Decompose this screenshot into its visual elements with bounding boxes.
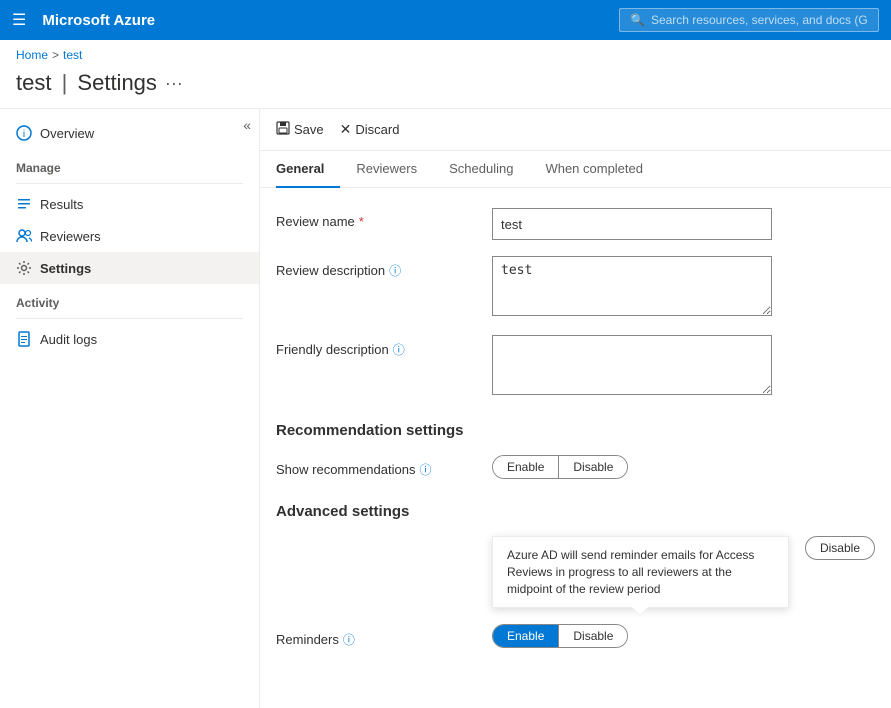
recommendation-settings-header: Recommendation settings	[276, 422, 875, 439]
svg-text:i: i	[23, 129, 25, 140]
reminders-enable-button[interactable]: Enable	[493, 625, 559, 647]
tab-general[interactable]: General	[276, 151, 340, 188]
tooltip-text: Azure AD will send reminder emails for A…	[507, 548, 754, 596]
tab-reviewers-label: Reviewers	[356, 161, 417, 176]
hamburger-menu-icon[interactable]: ☰	[12, 10, 26, 30]
breadcrumb-home[interactable]: Home	[16, 48, 48, 62]
friendly-description-info-icon[interactable]: ⓘ	[393, 341, 405, 358]
sidebar-item-settings[interactable]: Settings	[0, 252, 259, 284]
save-icon	[276, 121, 290, 138]
sidebar-item-audit-logs[interactable]: Audit logs	[0, 323, 259, 355]
tooltip-callout: Azure AD will send reminder emails for A…	[492, 536, 789, 608]
review-description-textarea[interactable]: test	[492, 256, 772, 316]
review-description-field: test	[492, 256, 875, 319]
show-recommendations-label-text: Show recommendations	[276, 462, 415, 477]
sidebar-item-overview[interactable]: i Overview	[0, 117, 259, 149]
sidebar-item-overview-label: Overview	[40, 126, 94, 141]
review-name-label: Review name *	[276, 208, 476, 229]
reminders-toggle: Enable Disable	[492, 624, 628, 648]
discard-icon: ✕	[340, 121, 352, 138]
tooltip-disable-button[interactable]: Disable	[805, 536, 875, 560]
review-name-field	[492, 208, 875, 240]
breadcrumb-separator: >	[52, 48, 59, 62]
review-name-required: *	[359, 214, 364, 229]
friendly-description-label: Friendly description ⓘ	[276, 335, 476, 358]
form-content: Review name * Review description ⓘ test	[260, 188, 891, 684]
save-label: Save	[294, 122, 324, 137]
review-name-row: Review name *	[276, 208, 875, 240]
tab-scheduling-label: Scheduling	[449, 161, 513, 176]
review-description-info-icon[interactable]: ⓘ	[389, 262, 401, 279]
save-button[interactable]: Save	[276, 117, 324, 142]
review-description-label: Review description ⓘ	[276, 256, 476, 279]
reminders-field: Enable Disable	[492, 624, 875, 648]
page-title: test | Settings	[16, 70, 157, 96]
review-name-label-text: Review name	[276, 214, 355, 229]
show-recommendations-row: Show recommendations ⓘ Enable Disable	[276, 455, 875, 479]
reminders-info-icon[interactable]: ⓘ	[343, 631, 355, 648]
tab-when-completed-label: When completed	[545, 161, 643, 176]
friendly-description-label-text: Friendly description	[276, 342, 389, 357]
show-recommendations-label: Show recommendations ⓘ	[276, 455, 476, 478]
tab-bar: General Reviewers Scheduling When comple…	[260, 151, 891, 188]
main-panel: Save ✕ Discard General Reviewers Schedul…	[260, 109, 891, 708]
sidebar-item-settings-label: Settings	[40, 261, 91, 276]
show-recommendations-info-icon[interactable]: ⓘ	[419, 461, 431, 478]
breadcrumb: Home > test	[0, 40, 891, 66]
search-input[interactable]	[651, 13, 868, 27]
sidebar-divider-activity	[16, 318, 243, 319]
page-more-icon[interactable]: ···	[165, 73, 183, 94]
content-area: « i Overview Manage Results Reviewers	[0, 108, 891, 708]
reminders-disable-button[interactable]: Disable	[559, 625, 627, 647]
show-recommendations-field: Enable Disable	[492, 455, 875, 479]
search-bar[interactable]: 🔍	[619, 8, 879, 32]
breadcrumb-current[interactable]: test	[63, 48, 82, 62]
discard-button[interactable]: ✕ Discard	[340, 117, 400, 142]
sidebar-item-results-label: Results	[40, 197, 83, 212]
sidebar: « i Overview Manage Results Reviewers	[0, 109, 260, 708]
show-recommendations-toggle: Enable Disable	[492, 455, 628, 479]
tab-when-completed[interactable]: When completed	[529, 151, 659, 188]
page-title-bar: test | Settings ···	[0, 66, 891, 108]
review-name-input[interactable]	[492, 208, 772, 240]
discard-label: Discard	[355, 122, 399, 137]
friendly-description-textarea[interactable]	[492, 335, 772, 395]
overview-icon: i	[16, 125, 32, 141]
sidebar-item-reviewers[interactable]: Reviewers	[0, 220, 259, 252]
review-description-row: Review description ⓘ test	[276, 256, 875, 319]
sidebar-item-results[interactable]: Results	[0, 188, 259, 220]
section-name: Settings	[77, 70, 157, 95]
reminders-label: Reminders ⓘ	[276, 625, 476, 648]
review-description-label-text: Review description	[276, 263, 385, 278]
tab-general-label: General	[276, 161, 324, 176]
sidebar-item-reviewers-label: Reviewers	[40, 229, 101, 244]
settings-icon	[16, 260, 32, 276]
main-container: Home > test test | Settings ··· « i Over…	[0, 40, 891, 708]
tooltip-area: Azure AD will send reminder emails for A…	[276, 536, 875, 616]
top-nav-bar: ☰ Microsoft Azure 🔍	[0, 0, 891, 40]
search-icon: 🔍	[630, 13, 645, 27]
sidebar-item-audit-logs-label: Audit logs	[40, 332, 97, 347]
resource-name: test	[16, 70, 51, 95]
show-recommendations-disable-button[interactable]: Disable	[559, 456, 627, 478]
show-recommendations-enable-button[interactable]: Enable	[493, 456, 559, 478]
advanced-settings-header: Advanced settings	[276, 503, 875, 520]
tab-scheduling[interactable]: Scheduling	[433, 151, 529, 188]
sidebar-activity-label: Activity	[0, 284, 259, 314]
friendly-description-field	[492, 335, 875, 398]
brand-name: Microsoft Azure	[42, 12, 619, 29]
audit-logs-icon	[16, 331, 32, 347]
tab-reviewers[interactable]: Reviewers	[340, 151, 433, 188]
reminders-row: Reminders ⓘ Enable Disable	[276, 624, 875, 648]
reviewers-icon	[16, 228, 32, 244]
toolbar: Save ✕ Discard	[260, 109, 891, 151]
results-icon	[16, 196, 32, 212]
reminders-label-text: Reminders	[276, 632, 339, 647]
friendly-description-row: Friendly description ⓘ	[276, 335, 875, 398]
sidebar-collapse-button[interactable]: «	[243, 117, 251, 133]
sidebar-manage-label: Manage	[0, 149, 259, 179]
sidebar-divider-manage	[16, 183, 243, 184]
